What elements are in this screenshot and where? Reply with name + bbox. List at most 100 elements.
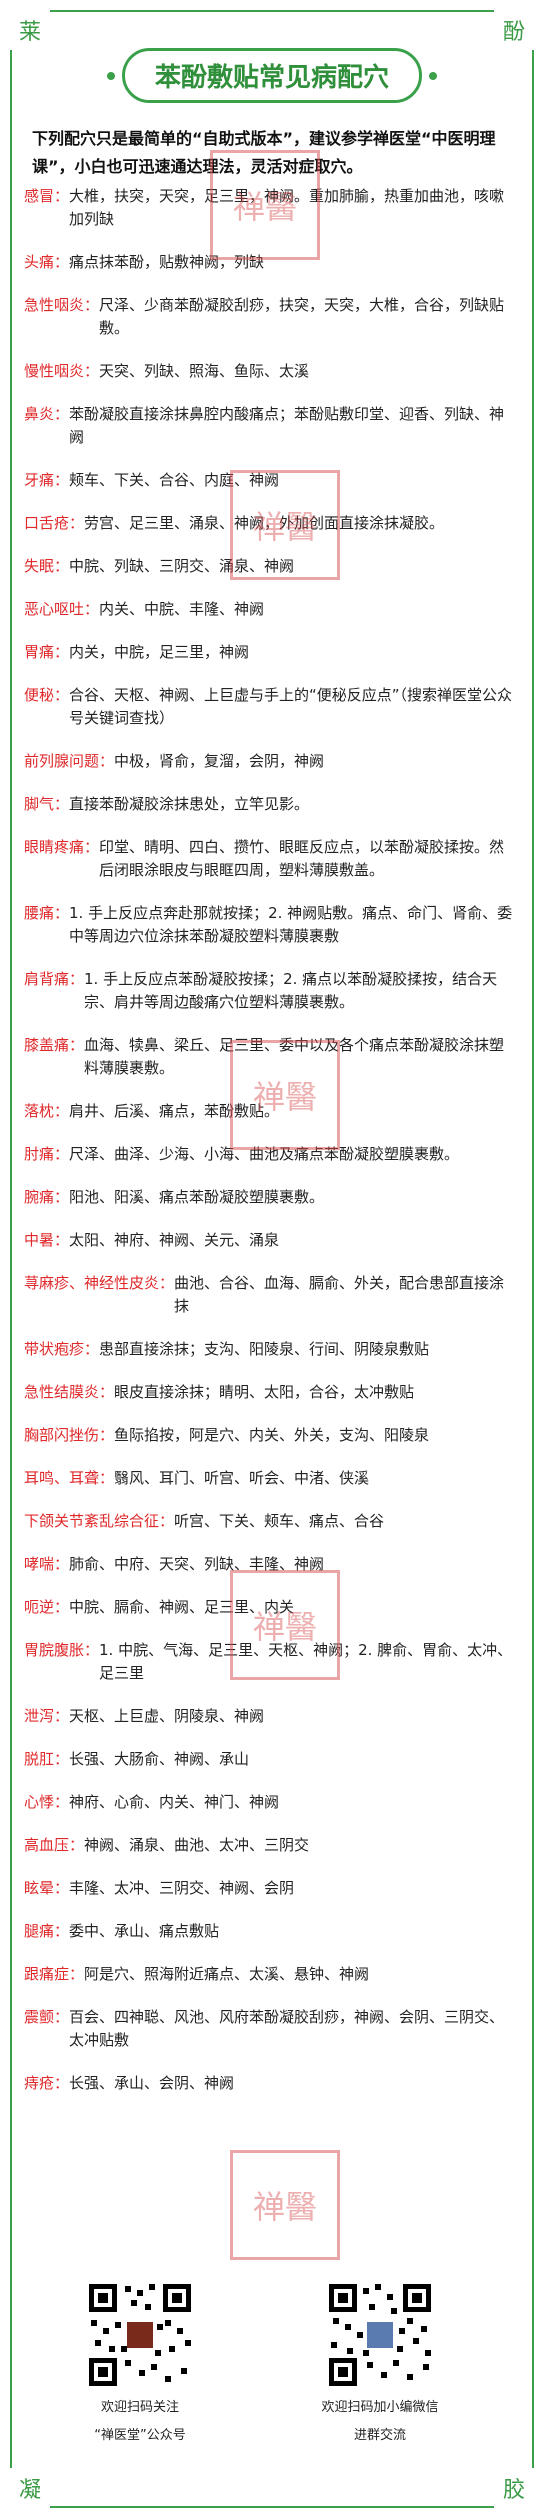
acupoint-prescription: 丰隆、太冲、三阴交、神阙、会阴 bbox=[69, 1879, 295, 1897]
condition-name: 痔疮： bbox=[24, 2074, 70, 2092]
acupoint-entry: 恶心呕吐： 内关、中脘、丰隆、神阙 bbox=[24, 598, 518, 621]
condition-name: 失眠： bbox=[24, 557, 70, 575]
seal-stamp: 禅醫 bbox=[230, 1570, 340, 1680]
acupoint-prescription: 眼皮直接涂抹；睛明、太阳，合谷，太冲敷贴 bbox=[114, 1383, 415, 1401]
acupoint-prescription: 委中、承山、痛点敷贴 bbox=[69, 1922, 220, 1940]
condition-name: 胃痛： bbox=[24, 643, 70, 661]
acupoint-entry: 泄泻： 天枢、上巨虚、阴陵泉、神阙 bbox=[24, 1705, 518, 1728]
acupoint-entry: 腰痛： 1. 手上反应点奔赴那就按揉；2. 神阙贴敷。痛点、命门、肾俞、委中等周边… bbox=[24, 902, 518, 948]
condition-name: 慢性咽炎： bbox=[24, 362, 100, 380]
condition-name: 牙痛： bbox=[24, 471, 70, 489]
acupoint-prescription: 内关、中脘、丰隆、神阙 bbox=[99, 600, 265, 618]
condition-name: 眼睛疼痛： bbox=[24, 838, 100, 856]
acupoint-entry: 眼睛疼痛： 印堂、晴明、四白、攒竹、眼眶反应点，以苯酚凝胶揉按。然后闭眼涂眼皮与眼… bbox=[24, 836, 518, 882]
condition-name: 胸部闪挫伤： bbox=[24, 1426, 115, 1444]
condition-name: 跟痛症： bbox=[24, 1965, 85, 1983]
condition-name: 哮喘： bbox=[24, 1555, 70, 1573]
acupoint-prescription: 阳池、阳溪、痛点苯酚凝胶塑膜裹敷。 bbox=[69, 1188, 325, 1206]
corner-ornament-bottom-right: 胶 bbox=[494, 2468, 534, 2508]
condition-name: 腕痛： bbox=[24, 1188, 70, 1206]
condition-name: 胃脘腹胀： bbox=[24, 1641, 100, 1659]
acupoint-entry: 便秘： 合谷、天枢、神阙、上巨虚与手上的“便秘反应点”（搜索禅医堂公众号关键词查找… bbox=[24, 684, 518, 730]
title-banner: 苯酚敷贴常见病配穴 bbox=[0, 48, 544, 103]
condition-name: 眩晕： bbox=[24, 1879, 70, 1897]
condition-name: 带状疱疹： bbox=[24, 1340, 100, 1358]
acupoint-prescription: 阿是穴、照海附近痛点、太溪、悬钟、神阙 bbox=[84, 1965, 370, 1983]
acupoint-prescription: 太阳、神府、神阙、关元、涌泉 bbox=[69, 1231, 280, 1249]
condition-name: 口舌疮： bbox=[24, 514, 85, 532]
qr-caption-line2: “禅医堂”公众号 bbox=[94, 2428, 186, 2443]
acupoint-prescription: 1. 手上反应点苯酚凝胶按揉；2. 痛点以苯酚凝胶揉按，结合天宗、肩井等周边酸痛… bbox=[84, 970, 498, 1011]
seal-stamp: 禅醫 bbox=[210, 150, 320, 260]
acupoint-prescription: 听宫、下关、颊车、痛点、合谷 bbox=[174, 1512, 385, 1530]
acupoint-entry: 鼻炎： 苯酚凝胶直接涂抹鼻腔内酸痛点；苯酚贴敷印堂、迎香、列缺、神阙 bbox=[24, 403, 518, 449]
condition-name: 高血压： bbox=[24, 1836, 85, 1854]
acupoint-entry: 前列腺问题： 中极，肾俞，复溜，会阴，神阙 bbox=[24, 750, 518, 773]
condition-name: 肘痛： bbox=[24, 1145, 70, 1163]
condition-name: 耳鸣、耳聋： bbox=[24, 1469, 115, 1487]
acupoint-prescription: 神府、心俞、内关、神门、神阙 bbox=[69, 1793, 280, 1811]
condition-name: 荨麻疹、神经性皮炎： bbox=[24, 1274, 175, 1292]
acupoint-entry: 脱肛： 长强、大肠俞、神阙、承山 bbox=[24, 1748, 518, 1771]
acupoint-entry: 胃痛： 内关，中脘，足三里，神阙 bbox=[24, 641, 518, 664]
acupoint-entry: 胸部闪挫伤： 鱼际掐按，阿是穴、内关、外关，支沟、阳陵泉 bbox=[24, 1424, 518, 1447]
acupoint-prescription: 尺泽、少商苯酚凝胶刮痧，扶突，天突，大椎，合谷，列缺贴敷。 bbox=[99, 296, 505, 337]
acupoint-entry: 下颌关节紊乱综合征： 听宫、下关、颊车、痛点、合谷 bbox=[24, 1510, 518, 1533]
qr-caption-line1: 欢迎扫码加小编微信 bbox=[321, 2400, 439, 2415]
qr-caption-line1: 欢迎扫码关注 bbox=[100, 2400, 179, 2415]
acupoint-prescription: 神阙、涌泉、曲池、太冲、三阴交 bbox=[84, 1836, 310, 1854]
acupoint-prescription: 曲池、合谷、血海、膈俞、外关，配合患部直接涂抹 bbox=[174, 1274, 505, 1315]
condition-name: 腿痛： bbox=[24, 1922, 70, 1940]
condition-name: 肩背痛： bbox=[24, 970, 85, 988]
acupoint-prescription: 翳风、耳门、听宫、听会、中渚、侠溪 bbox=[114, 1469, 370, 1487]
condition-name: 急性结膜炎： bbox=[24, 1383, 115, 1401]
qr-caption-line2: 进群交流 bbox=[353, 2428, 406, 2443]
condition-name: 下颌关节紊乱综合征： bbox=[24, 1512, 175, 1530]
acupoint-entry: 中暑： 太阳、神府、神阙、关元、涌泉 bbox=[24, 1229, 518, 1252]
corner-ornament-top-right: 酚 bbox=[494, 10, 534, 50]
acupoint-entry: 急性咽炎： 尺泽、少商苯酚凝胶刮痧，扶突，天突，大椎，合谷，列缺贴敷。 bbox=[24, 294, 518, 340]
condition-name: 前列腺问题： bbox=[24, 752, 115, 770]
acupoint-entry: 心悸： 神府、心俞、内关、神门、神阙 bbox=[24, 1791, 518, 1814]
condition-name: 腰痛： bbox=[24, 904, 70, 922]
seal-stamp: 禅醫 bbox=[230, 2150, 340, 2260]
acupoint-prescription: 天枢、上巨虚、阴陵泉、神阙 bbox=[69, 1707, 265, 1725]
condition-name: 脚气： bbox=[24, 795, 70, 813]
acupoint-entry: 震颤： 百会、四神聪、风池、风府苯酚凝胶刮痧，神阙、会阴、三阴交、太冲贴敷 bbox=[24, 2006, 518, 2052]
acupoint-entry: 慢性咽炎： 天突、列缺、照海、鱼际、太溪 bbox=[24, 360, 518, 383]
condition-name: 心悸： bbox=[24, 1793, 70, 1811]
acupoint-prescription: 内关，中脘，足三里，神阙 bbox=[69, 643, 250, 661]
acupoint-prescription: 天突、列缺、照海、鱼际、太溪 bbox=[99, 362, 310, 380]
acupoint-entry: 带状疱疹： 患部直接涂抹；支沟、阳陵泉、行间、阴陵泉敷贴 bbox=[24, 1338, 518, 1361]
acupoint-prescription: 长强、大肠俞、神阙、承山 bbox=[69, 1750, 250, 1768]
seal-stamp: 禅醫 bbox=[230, 1040, 340, 1150]
acupoint-prescription: 印堂、晴明、四白、攒竹、眼眶反应点，以苯酚凝胶揉按。然后闭眼涂眼皮与眼眶四周，塑… bbox=[99, 838, 505, 879]
acupoint-entry: 耳鸣、耳聋： 翳风、耳门、听宫、听会、中渚、侠溪 bbox=[24, 1467, 518, 1490]
acupoint-prescription: 苯酚凝胶直接涂抹鼻腔内酸痛点；苯酚贴敷印堂、迎香、列缺、神阙 bbox=[69, 405, 505, 446]
qr-block-editor-wechat: 欢迎扫码加小编微信 进群交流 bbox=[280, 2280, 480, 2446]
acupoint-prescription: 百会、四神聪、风池、风府苯酚凝胶刮痧，神阙、会阴、三阴交、太冲贴敷 bbox=[69, 2008, 505, 2049]
qr-code-icon[interactable] bbox=[85, 2280, 195, 2390]
qr-code-icon[interactable] bbox=[325, 2280, 435, 2390]
condition-name: 恶心呕吐： bbox=[24, 600, 100, 618]
condition-name: 震颤： bbox=[24, 2008, 70, 2026]
acupoint-entry: 肩背痛： 1. 手上反应点苯酚凝胶按揉；2. 痛点以苯酚凝胶揉按，结合天宗、肩井等… bbox=[24, 968, 518, 1014]
acupoint-prescription: 鱼际掐按，阿是穴、内关、外关，支沟、阳陵泉 bbox=[114, 1426, 430, 1444]
condition-name: 感冒： bbox=[24, 187, 70, 205]
acupoint-prescription: 合谷、天枢、神阙、上巨虚与手上的“便秘反应点”（搜索禅医堂公众号关键词查找） bbox=[69, 686, 513, 727]
corner-ornament-bottom-left: 凝 bbox=[10, 2468, 50, 2508]
condition-name: 脱肛： bbox=[24, 1750, 70, 1768]
acupoint-entry: 荨麻疹、神经性皮炎： 曲池、合谷、血海、膈俞、外关，配合患部直接涂抹 bbox=[24, 1272, 518, 1318]
acupoint-entry: 脚气： 直接苯酚凝胶涂抹患处，立竿见影。 bbox=[24, 793, 518, 816]
condition-name: 便秘： bbox=[24, 686, 70, 704]
acupoint-prescription: 中极，肾俞，复溜，会阴，神阙 bbox=[114, 752, 325, 770]
acupoint-entry: 痔疮： 长强、承山、会阴、神阙 bbox=[24, 2072, 518, 2095]
condition-name: 膝盖痛： bbox=[24, 1036, 85, 1054]
page-title: 苯酚敷贴常见病配穴 bbox=[121, 48, 422, 103]
acupoint-prescription: 1. 手上反应点奔赴那就按揉；2. 神阙贴敷。痛点、命门、肾俞、委中等周边穴位涂… bbox=[69, 904, 513, 945]
acupoint-entry: 腿痛： 委中、承山、痛点敷贴 bbox=[24, 1920, 518, 1943]
acupoint-prescription: 患部直接涂抹；支沟、阳陵泉、行间、阴陵泉敷贴 bbox=[99, 1340, 430, 1358]
acupoint-entry: 急性结膜炎： 眼皮直接涂抹；睛明、太阳，合谷，太冲敷贴 bbox=[24, 1381, 518, 1404]
acupoint-entry: 眩晕： 丰隆、太冲、三阴交、神阙、会阴 bbox=[24, 1877, 518, 1900]
condition-name: 落枕： bbox=[24, 1102, 70, 1120]
